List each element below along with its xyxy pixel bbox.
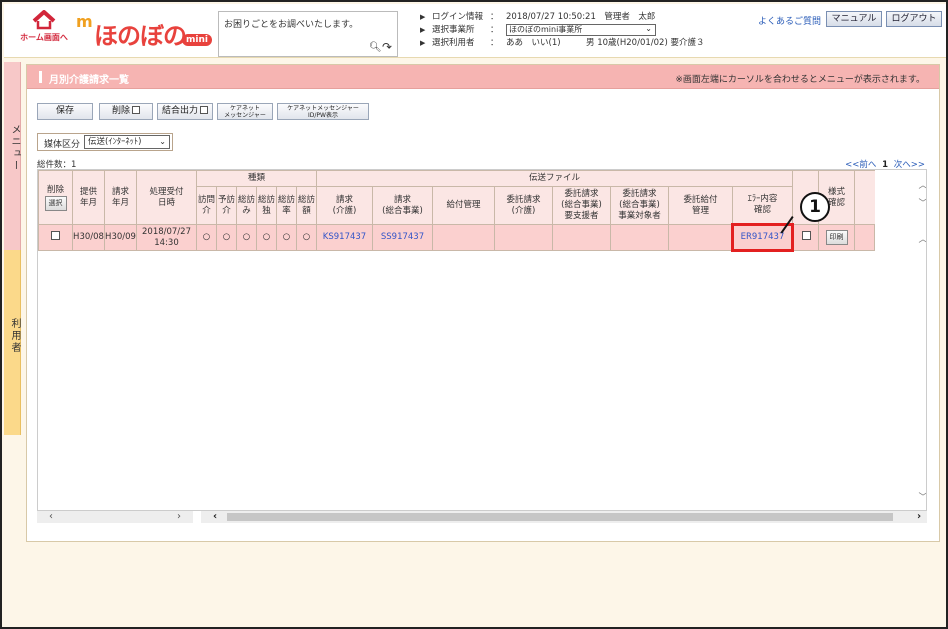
row-delete-checkbox[interactable]: [51, 231, 60, 240]
header: ホーム画面へ m ほのぼの mini お困りごとをお調べいたします。 🔍︎ ↷ …: [4, 4, 946, 58]
checkbox-icon: [200, 106, 208, 114]
col-consign-target: 委託請求 (総合事業) 事業対象者: [610, 186, 669, 225]
col-consign-support: 委託請求 (総合事業) 要支援者: [552, 186, 611, 225]
user-value: ああ いい(1) 男 10歳(H20/01/02) 要介護３: [506, 38, 705, 48]
row-received: 2018/07/27 14:30: [136, 224, 197, 251]
triangle-icon: ▶: [420, 13, 426, 21]
side-menu-tab[interactable]: メニュー: [4, 62, 21, 257]
error-check-link[interactable]: ER917437: [741, 232, 785, 242]
side-menu-label: メニュー: [9, 124, 20, 172]
col-provide: 提供 年月: [72, 170, 105, 225]
media-label: 媒体区分: [44, 140, 81, 150]
kind-2: 総訪み: [236, 186, 257, 225]
kind-1: 予訪介: [216, 186, 237, 225]
home-label: ホーム画面へ: [20, 33, 68, 42]
row-bill: H30/09: [104, 224, 137, 251]
kind-4: 総訪率: [276, 186, 297, 225]
side-user-tab[interactable]: 利用者: [4, 250, 21, 435]
triangle-icon: ▶: [420, 26, 426, 34]
caremgr-button[interactable]: ケアネット メッセンジャー: [217, 103, 273, 120]
office-value: ほのぼのmini事業所: [509, 25, 583, 34]
scroll-down-icon[interactable]: ﹀: [918, 196, 926, 209]
row-kind-mark: ○: [236, 224, 257, 251]
row-style-checkbox[interactable]: [801, 231, 811, 240]
row-kind-mark: ○: [256, 224, 277, 251]
manual-button[interactable]: マニュアル: [826, 11, 882, 27]
media-value: 伝送(ｲﾝﾀｰﾈｯﾄ): [88, 137, 142, 147]
media-select[interactable]: 伝送(ｲﾝﾀｰﾈｯﾄ) ⌄: [84, 135, 170, 149]
kind-3: 総訪独: [256, 186, 277, 225]
col-error: ｴﾗｰ内容 確認: [732, 186, 793, 225]
claim-table: 削除 選択 提供 年月 請求 年月 処理受付 日時 種類 伝送ファイル 様式 確…: [37, 169, 927, 511]
side-user-label: 利用者: [9, 318, 20, 354]
claim-general-link[interactable]: SS917437: [381, 232, 424, 242]
scroll-thumb[interactable]: [227, 513, 893, 521]
logo-mini: mini: [182, 34, 212, 46]
search-icon[interactable]: 🔍︎: [369, 42, 382, 53]
help-search-input[interactable]: お困りごとをお調べいたします。 🔍︎ ↷: [218, 11, 398, 57]
login-value: 2018/07/27 10:50:21 管理者 太郎: [506, 12, 656, 22]
scroll-up-icon[interactable]: ︿: [918, 232, 926, 245]
horizontal-scrollbar-left[interactable]: ‹ ›: [37, 511, 193, 523]
scroll-down-icon[interactable]: ﹀: [918, 490, 926, 503]
checkbox-icon: [132, 106, 140, 114]
col-consign-care: 委託請求 (介護): [494, 186, 553, 225]
page-title: 月別介護請求一覧: [49, 75, 129, 86]
logo-mark-icon: m: [76, 12, 93, 31]
col-claim-care: 請求 (介護): [316, 186, 373, 225]
col-benefit: 給付管理: [432, 186, 495, 225]
col-transfer: 伝送ファイル: [316, 170, 793, 187]
app-frame: ホーム画面へ m ほのぼの mini お困りごとをお調べいたします。 🔍︎ ↷ …: [0, 0, 948, 629]
scroll-right-icon[interactable]: ›: [917, 511, 921, 523]
media-type: 媒体区分 伝送(ｲﾝﾀｰﾈｯﾄ) ⌄: [37, 133, 173, 151]
scroll-right-icon[interactable]: ›: [177, 511, 181, 523]
callout-marker: 1: [800, 192, 830, 222]
office-select[interactable]: ほのぼのmini事業所 ⌄: [506, 24, 656, 36]
menu-hint: ※画面左端にカーソルを合わせるとメニューが表示されます。: [675, 75, 925, 85]
login-info: ▶ ログイン情報 ： 2018/07/27 10:50:21 管理者 太郎 ▶ …: [420, 12, 705, 48]
home-button[interactable]: ホーム画面へ: [18, 10, 70, 52]
claim-care-link[interactable]: KS917437: [323, 232, 366, 242]
col-delete: 削除 選択: [38, 170, 73, 225]
col-bill: 請求 年月: [104, 170, 137, 225]
vertical-scrollbar[interactable]: ︿ ﹀ ︿ ﹀: [918, 170, 926, 510]
row-kind-mark: ○: [216, 224, 237, 251]
logo: m ほのぼの mini: [76, 10, 216, 50]
login-label: ログイン情報: [432, 12, 484, 22]
row-provide: H30/08: [72, 224, 105, 251]
save-button[interactable]: 保存: [37, 103, 93, 120]
faq-link[interactable]: よくあるご質問: [758, 14, 821, 27]
select-all-button[interactable]: 選択: [44, 195, 67, 211]
logout-button[interactable]: ログアウト: [886, 11, 942, 27]
col-consign-benefit: 委託給付 管理: [668, 186, 733, 225]
title-bar: 月別介護請求一覧 ※画面左端にカーソルを合わせるとメニューが表示されます。: [27, 65, 939, 89]
delete-button[interactable]: 削除: [99, 103, 153, 120]
kind-5: 総訪額: [296, 186, 317, 225]
help-search-text: お困りごとをお調べいたします。: [224, 20, 359, 30]
col-kind: 種類: [196, 170, 317, 187]
horizontal-scrollbar-right[interactable]: ‹ ›: [201, 511, 927, 523]
scroll-left-icon[interactable]: ‹: [213, 511, 217, 523]
scroll-left-icon[interactable]: ‹: [49, 511, 53, 523]
combined-output-button[interactable]: 結合出力: [157, 103, 213, 120]
row-kind-mark: ○: [296, 224, 317, 251]
print-button[interactable]: 印刷: [825, 230, 848, 245]
home-icon: [32, 10, 56, 30]
logo-text: ほのぼの: [94, 22, 187, 50]
row-kind-mark: ○: [196, 224, 217, 251]
table-row[interactable]: H30/08 H30/09 2018/07/27 14:30 ○ ○ ○ ○ ○…: [38, 223, 875, 252]
go-arrow-icon[interactable]: ↷: [382, 40, 392, 54]
col-claim-general: 請求 (総合事業): [372, 186, 433, 225]
chevron-down-icon: ⌄: [159, 137, 166, 146]
caremgr-idpw-button[interactable]: ケアネットメッセンジャー ID/PW表示: [277, 103, 369, 120]
triangle-icon: ▶: [420, 39, 426, 47]
row-kind-mark: ○: [276, 224, 297, 251]
chevron-down-icon: ⌄: [645, 24, 652, 33]
main-panel: 月別介護請求一覧 ※画面左端にカーソルを合わせるとメニューが表示されます。 保存…: [26, 64, 940, 542]
col-received: 処理受付 日時: [136, 170, 197, 225]
kind-0: 訪問介: [196, 186, 217, 225]
office-label: 選択事業所: [432, 25, 475, 35]
user-label: 選択利用者: [432, 38, 475, 48]
scroll-up-icon[interactable]: ︿: [918, 178, 926, 191]
